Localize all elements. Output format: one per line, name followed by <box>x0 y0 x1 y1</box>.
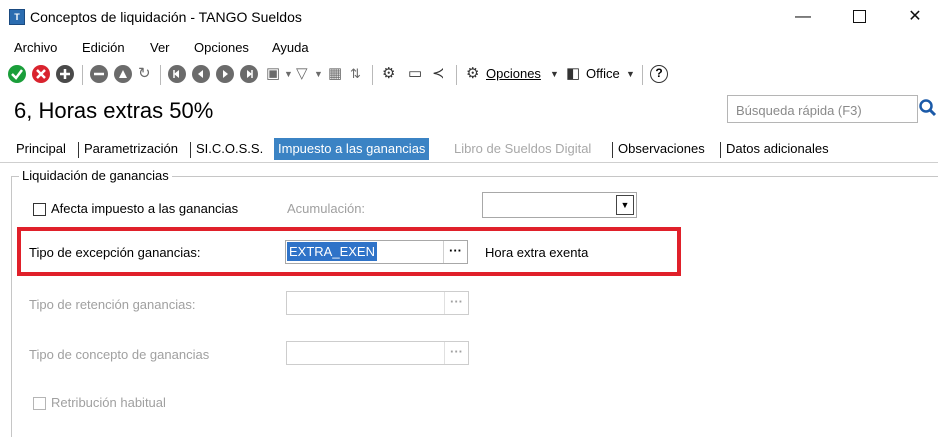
window-title: Conceptos de liquidación - TANGO Sueldos <box>30 9 302 25</box>
delete-button[interactable] <box>90 65 108 83</box>
plus-icon <box>60 69 70 79</box>
toolbar-separator <box>456 65 457 85</box>
concepto-ellipsis-button: ··· <box>444 342 468 364</box>
first-icon <box>173 70 179 78</box>
tab-impuesto-ganancias[interactable]: Impuesto a las ganancias <box>274 138 430 160</box>
menu-ver[interactable]: Ver <box>150 40 170 55</box>
office-menu-button[interactable]: Office <box>586 66 620 81</box>
tab-separator <box>720 142 721 158</box>
sort-icon[interactable]: ⇅ <box>350 64 361 84</box>
tab-sicoss[interactable]: SI.C.O.S.S. <box>196 138 263 160</box>
retencion-label: Tipo de retención ganancias: <box>29 297 196 312</box>
next-record-button[interactable] <box>216 65 234 83</box>
cancel-button[interactable] <box>32 65 50 83</box>
maximize-icon <box>852 10 866 24</box>
toolbar-separator <box>642 65 643 85</box>
close-icon: ✕ <box>908 8 922 25</box>
search-input[interactable] <box>734 100 888 120</box>
afecta-checkbox[interactable] <box>33 203 46 216</box>
filter-icon[interactable]: ▽ <box>296 64 308 84</box>
grid-icon[interactable]: ▦ <box>328 64 342 84</box>
last-record-button[interactable] <box>240 65 258 83</box>
binoculars-icon[interactable]: ▣ <box>266 64 280 84</box>
search-icon[interactable] <box>918 96 938 122</box>
retribucion-checkbox <box>33 397 46 410</box>
gear-icon[interactable]: ⚙ <box>382 64 395 84</box>
chevron-down-icon[interactable]: ▼ <box>314 64 323 84</box>
previous-record-button[interactable] <box>192 65 210 83</box>
refresh-icon[interactable]: ↻ <box>138 64 151 84</box>
first-record-button[interactable] <box>168 65 186 83</box>
tab-bar: Principal Parametrización SI.C.O.S.S. Im… <box>0 138 938 163</box>
toolbar: ↻ ▣ ▼ ▽ ▼ ▦ ⇅ ⚙ ▭ ≺ ⚙ Opciones ▼ ◧ Offic… <box>0 62 938 88</box>
x-icon <box>36 69 46 79</box>
minus-icon <box>94 72 104 76</box>
share-icon[interactable]: ≺ <box>432 64 445 84</box>
retencion-ellipsis-button: ··· <box>444 292 468 314</box>
menu-opciones[interactable]: Opciones <box>194 40 249 55</box>
previous-icon <box>198 70 203 78</box>
retencion-field: ··· <box>286 291 469 315</box>
chevron-down-icon: ▼ <box>626 69 635 79</box>
excepcion-code-value: EXTRA_EXEN <box>287 242 377 261</box>
group-title: Liquidación de ganancias <box>19 168 172 183</box>
add-button[interactable] <box>56 65 74 83</box>
afecta-label: Afecta impuesto a las ganancias <box>51 201 239 216</box>
minimize-icon: — <box>795 8 811 25</box>
monitor-icon[interactable]: ▭ <box>408 64 422 84</box>
tab-parametrizacion[interactable]: Parametrización <box>84 138 178 160</box>
toolbar-separator <box>372 65 373 85</box>
help-icon[interactable]: ? <box>650 65 668 83</box>
concepto-label: Tipo de concepto de ganancias <box>29 347 210 362</box>
maximize-button[interactable] <box>836 0 882 34</box>
record-title: 6, Horas extras 50% <box>14 98 214 123</box>
tab-libro-sueldos-digital: Libro de Sueldos Digital <box>454 141 592 156</box>
gear-icon: ⚙ <box>466 65 480 82</box>
toolbar-separator <box>82 65 83 85</box>
triangle-icon <box>119 70 127 78</box>
menu-archivo[interactable]: Archivo <box>14 40 57 55</box>
opciones-menu-button[interactable]: Opciones <box>486 66 541 81</box>
chevron-down-icon[interactable]: ▼ <box>616 195 634 215</box>
tab-separator <box>78 142 79 158</box>
concepto-field: ··· <box>286 341 469 365</box>
accept-button[interactable] <box>8 65 26 83</box>
excepcion-ellipsis-button[interactable]: ··· <box>443 241 467 263</box>
menu-edicion[interactable]: Edición <box>82 40 125 55</box>
retribucion-label: Retribución habitual <box>51 395 166 410</box>
close-button[interactable]: ✕ <box>892 0 938 34</box>
app-logo-icon: T <box>9 9 25 25</box>
excepcion-description: Hora extra exenta <box>485 245 589 260</box>
tab-datos-adicionales[interactable]: Datos adicionales <box>726 138 829 160</box>
menu-ayuda[interactable]: Ayuda <box>272 40 309 55</box>
print-button[interactable] <box>114 65 132 83</box>
office-icon: ◧ <box>566 65 581 82</box>
last-icon <box>247 70 253 78</box>
chevron-down-icon: ▼ <box>550 69 559 79</box>
chevron-down-icon[interactable]: ▼ <box>284 64 293 84</box>
title-bar: T Conceptos de liquidación - TANGO Sueld… <box>0 0 938 34</box>
excepcion-label: Tipo de excepción ganancias: <box>29 245 201 260</box>
tab-separator <box>612 142 613 158</box>
acumulacion-label: Acumulación: <box>287 201 366 216</box>
check-icon <box>11 69 23 80</box>
search-box[interactable] <box>727 95 918 123</box>
toolbar-separator <box>160 65 161 85</box>
minimize-button[interactable]: — <box>780 0 826 34</box>
tab-observaciones[interactable]: Observaciones <box>618 138 705 160</box>
excepcion-code-field[interactable]: EXTRA_EXEN ··· <box>285 240 468 264</box>
next-icon <box>223 70 228 78</box>
acumulacion-select[interactable]: ▼ <box>482 192 637 218</box>
tab-principal[interactable]: Principal <box>16 138 66 160</box>
tab-separator <box>190 142 191 158</box>
